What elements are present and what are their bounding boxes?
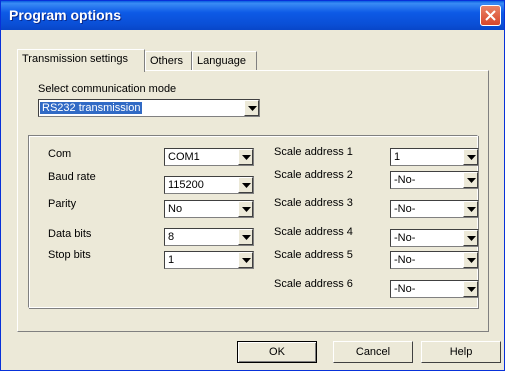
chevron-down-icon [242,183,251,188]
chevron-down-icon [467,178,476,183]
parity-select[interactable]: No [164,200,254,218]
dropdown-button[interactable] [238,229,253,245]
tab-others[interactable]: Others [145,51,192,71]
baud-rate-value: 115200 [168,179,204,191]
scale-address-1-label: Scale address 1 [274,146,353,158]
dropdown-button[interactable] [238,201,253,217]
program-options-window: Program options Transmission settings Ot… [0,0,505,371]
scale-address-6-select[interactable]: -No- [390,280,479,298]
dropdown-button[interactable] [463,230,478,246]
stop-bits-label: Stop bits [48,249,91,261]
chevron-down-icon [467,258,476,263]
chevron-down-icon [242,155,251,160]
scale-address-5-label: Scale address 5 [274,249,353,261]
chevron-down-icon [467,155,476,160]
dropdown-button[interactable] [238,149,253,165]
dropdown-button[interactable] [463,252,478,268]
scale-address-3-select[interactable]: -No- [390,200,479,218]
tab-transmission-settings[interactable]: Transmission settings [17,49,145,72]
chevron-down-icon [248,106,257,111]
dropdown-button[interactable] [238,252,253,268]
dropdown-button[interactable] [244,100,259,116]
chevron-down-icon [467,236,476,241]
communication-mode-value: RS232 transmission [40,102,143,114]
parity-label: Parity [48,198,77,210]
window-title: Program options [9,7,122,23]
com-value: COM1 [168,151,200,163]
dropdown-button[interactable] [463,172,478,188]
chevron-down-icon [242,207,251,212]
baud-rate-select[interactable]: 115200 [164,176,254,194]
stop-bits-select[interactable]: 1 [164,251,254,269]
scale-address-4-select[interactable]: -No- [390,229,479,247]
dropdown-button[interactable] [463,281,478,297]
chevron-down-icon [242,235,251,240]
close-button[interactable] [480,5,501,26]
scale-address-1-select[interactable]: 1 [390,148,479,166]
data-bits-label: Data bits [48,228,92,240]
scale-address-6-value: -No- [394,283,416,295]
scale-address-6-label: Scale address 6 [274,278,353,290]
ok-button[interactable]: OK [237,341,317,363]
baud-rate-label: Baud rate [48,171,96,183]
data-bits-value: 8 [168,231,175,243]
communication-mode-select[interactable]: RS232 transmission [38,99,260,117]
communication-mode-label: Select communication mode [38,83,177,95]
scale-address-5-select[interactable]: -No- [390,251,479,269]
scale-address-5-value: -No- [394,254,416,266]
scale-address-2-value: -No- [394,174,416,186]
data-bits-select[interactable]: 8 [164,228,254,246]
title-bar[interactable]: Program options [1,1,504,30]
dropdown-button[interactable] [238,177,253,193]
dropdown-button[interactable] [463,201,478,217]
scale-address-4-value: -No- [394,232,416,244]
scale-address-4-label: Scale address 4 [274,226,353,238]
cancel-button[interactable]: Cancel [333,341,413,363]
close-icon [485,10,496,21]
chevron-down-icon [467,207,476,212]
chevron-down-icon [242,258,251,263]
tab-language[interactable]: Language [192,51,257,71]
com-label: Com [48,148,72,160]
parity-value: No [168,203,183,215]
chevron-down-icon [467,287,476,292]
help-button[interactable]: Help [421,341,501,363]
scale-address-1-value: 1 [394,151,401,163]
stop-bits-value: 1 [168,254,175,266]
com-select[interactable]: COM1 [164,148,254,166]
scale-address-3-value: -No- [394,203,416,215]
dropdown-button[interactable] [463,149,478,165]
scale-address-2-label: Scale address 2 [274,169,353,181]
scale-address-3-label: Scale address 3 [274,197,353,209]
scale-address-2-select[interactable]: -No- [390,171,479,189]
